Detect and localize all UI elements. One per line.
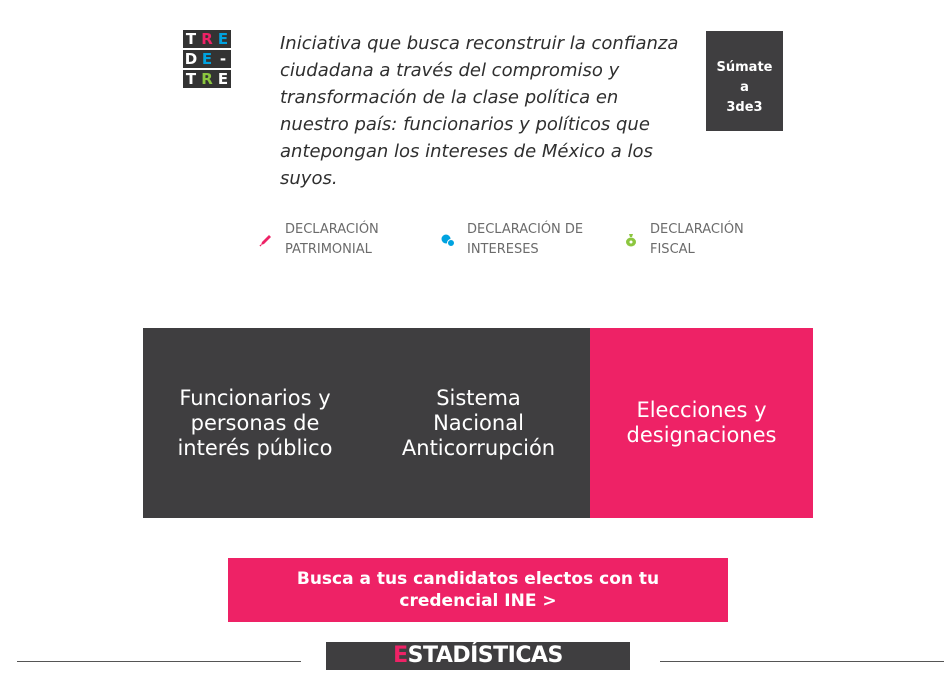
tile-sistema-anticorrupcion[interactable]: Sistema Nacional Anticorrupción [367,328,590,518]
join-line-3: 3de3 [726,99,763,115]
logo-row-1: T R E [183,30,231,48]
money-bag-icon [624,233,638,247]
declaration-label: DECLARACIÓN FISCAL [650,222,744,257]
tile-label: Elecciones y designaciones [626,398,777,447]
logo-letter: - [219,50,227,68]
join-3de3-button[interactable]: Súmate a 3de3 [706,31,783,131]
search-button-label: Busca a tus candidatos electos con tu cr… [296,569,660,611]
declaration-patrimonial-link[interactable]: DECLARACIÓN PATRIMONIAL [259,220,405,260]
bubbles-icon [441,233,455,247]
logo-letter: E [201,50,213,68]
logo-letter: E [217,70,229,88]
logo-letter: D [184,50,198,68]
category-tiles: Funcionarios y personas de interés públi… [143,328,813,518]
divider-right [660,661,944,662]
logo-letter: R [201,30,213,48]
tagline: Iniciativa que busca reconstruir la conf… [280,33,679,189]
logo-letter: E [217,30,229,48]
logo-row-3: T R E [183,70,231,88]
declaration-fiscal-link[interactable]: DECLARACIÓN FISCAL [624,220,770,260]
tres-de-tres-logo[interactable]: T R E D E - T R E [183,30,231,90]
logo-letter: R [201,70,213,88]
join-line-2: a [740,79,749,95]
logo-row-2: D E - [183,50,231,68]
statistics-rest: STADÍSTICAS [407,643,564,668]
statistics-first-letter: E [393,643,408,668]
declaration-intereses-link[interactable]: DECLARACIÓN DE INTERESES [441,220,587,260]
tile-elecciones[interactable]: Elecciones y designaciones [590,328,813,518]
join-line-1: Súmate [716,59,773,75]
pen-icon [259,233,273,247]
tile-label: Funcionarios y personas de interés públi… [177,385,333,460]
tile-funcionarios[interactable]: Funcionarios y personas de interés públi… [143,328,367,518]
tile-label: Sistema Nacional Anticorrupción [401,385,556,460]
statistics-heading: E STADÍSTICAS [326,642,630,670]
declaration-label: DECLARACIÓN DE INTERESES [467,222,584,257]
logo-letter: T [185,30,197,48]
logo-letter: T [185,70,197,88]
divider-left [17,661,301,662]
declaration-label: DECLARACIÓN PATRIMONIAL [285,222,379,257]
search-candidates-button[interactable]: Busca a tus candidatos electos con tu cr… [228,558,728,622]
